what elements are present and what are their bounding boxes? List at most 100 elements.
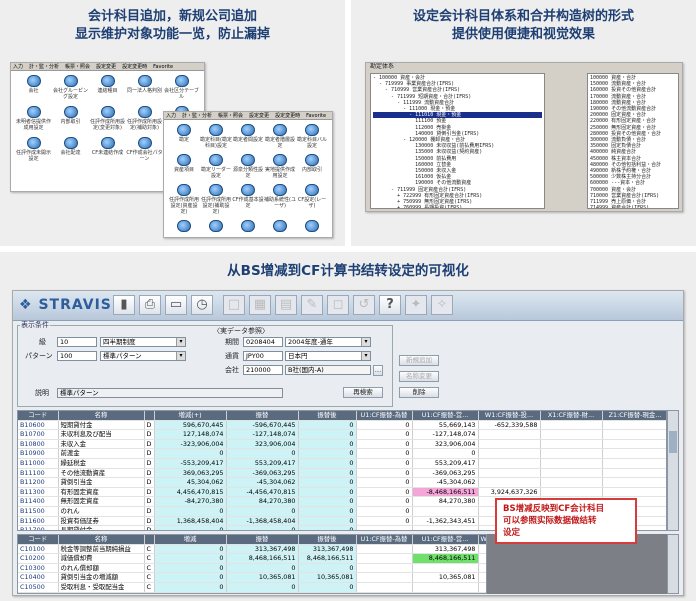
- settings-item[interactable]: 補助系統性(ユーザ): [264, 184, 296, 215]
- disabled-tool-icon-3[interactable]: ▤: [275, 295, 297, 315]
- table-cell[interactable]: 0: [298, 420, 357, 431]
- settings-item[interactable]: 勘定リーダー設定: [200, 154, 232, 179]
- settings-item[interactable]: [168, 220, 200, 233]
- menu-item[interactable]: 帳票・照会: [218, 113, 243, 119]
- vertical-scrollbar[interactable]: [667, 410, 679, 531]
- disabled-tool-icon-1[interactable]: □: [223, 295, 245, 315]
- table-cell[interactable]: -45,304,062: [412, 477, 479, 488]
- table-cell[interactable]: [540, 448, 603, 459]
- pattern-input[interactable]: 100: [57, 351, 97, 361]
- menu-item[interactable]: 設定変更時: [122, 64, 147, 70]
- table-row[interactable]: B10900 前渡金 D 0 0 0 0 0: [18, 448, 666, 459]
- table-cell[interactable]: [356, 563, 413, 574]
- table-cell[interactable]: 0: [154, 525, 227, 530]
- account-list-pane[interactable]: 100000 資産・合計 150000 流動資産・合計 160000 投資その他資産…: [587, 73, 679, 209]
- table-cell[interactable]: -652,339,588: [478, 420, 541, 431]
- table-cell[interactable]: [356, 582, 413, 593]
- column-header[interactable]: 名称: [58, 535, 145, 545]
- disabled-tool-icon-4[interactable]: ✎: [301, 295, 323, 315]
- column-header[interactable]: 振替後: [298, 411, 357, 421]
- column-header[interactable]: 振替: [226, 535, 299, 545]
- settings-item[interactable]: 未明者信提供作成用設定: [15, 106, 52, 131]
- table-cell[interactable]: 0: [226, 582, 299, 593]
- table-cell[interactable]: [602, 468, 666, 479]
- company-lookup-button[interactable]: …: [373, 365, 383, 376]
- table-row[interactable]: B10700 未収利息及び配当 D 127,148,074 -127,148,074 0 0…: [18, 429, 666, 440]
- research-button[interactable]: 再検索: [343, 387, 383, 398]
- table-cell[interactable]: -323,906,004: [154, 439, 227, 450]
- settings-item[interactable]: [232, 220, 264, 233]
- menu-item[interactable]: 設定変更: [249, 113, 269, 119]
- table-cell[interactable]: 0: [356, 516, 413, 527]
- column-header[interactable]: U1:CF振替-為替: [356, 535, 413, 545]
- table-cell[interactable]: 0: [226, 506, 299, 517]
- description-input[interactable]: 標準パターン: [57, 388, 283, 398]
- currency-input[interactable]: JPY00: [243, 351, 283, 361]
- table-cell[interactable]: 0: [356, 477, 413, 488]
- print-icon[interactable]: ⎙: [139, 295, 161, 315]
- table-cell[interactable]: 0: [298, 496, 357, 507]
- table-cell[interactable]: [540, 420, 603, 431]
- table-cell[interactable]: 313,367,498: [298, 544, 357, 555]
- table-cell[interactable]: -127,148,074: [412, 429, 479, 440]
- table-cell[interactable]: 0: [226, 592, 299, 593]
- table-cell[interactable]: 0: [298, 525, 357, 530]
- table-cell[interactable]: [540, 477, 603, 488]
- table-cell[interactable]: 553,209,417: [412, 458, 479, 469]
- clock-icon[interactable]: ◷: [191, 295, 213, 315]
- table-cell[interactable]: 0: [154, 592, 227, 593]
- disabled-tool-icon-8[interactable]: ✧: [431, 295, 453, 315]
- table-cell[interactable]: 0: [356, 458, 413, 469]
- table-cell[interactable]: -4,456,470,815: [226, 487, 299, 498]
- table-cell[interactable]: 10,365,081: [298, 572, 357, 583]
- table-cell[interactable]: 55,669,143: [412, 420, 479, 431]
- column-header[interactable]: コード: [18, 411, 59, 421]
- period-select[interactable]: 2004年度-通年: [285, 337, 371, 347]
- account-list[interactable]: 100000 資産・合計 150000 流動資産・合計 160000 投資その他資産…: [590, 75, 676, 208]
- disabled-tool-icon-7[interactable]: ✦: [405, 295, 427, 315]
- table-cell[interactable]: [412, 582, 479, 593]
- table-cell[interactable]: 0: [298, 458, 357, 469]
- table-cell[interactable]: 0: [154, 553, 227, 564]
- settings-item[interactable]: [264, 220, 296, 233]
- table-cell[interactable]: 8,468,166,511: [226, 553, 299, 564]
- column-header[interactable]: [144, 411, 155, 421]
- table-cell[interactable]: -553,209,417: [154, 458, 227, 469]
- table-cell[interactable]: -369,063,295: [226, 468, 299, 479]
- menu-item[interactable]: 計・監・分析: [29, 64, 59, 70]
- table-cell[interactable]: [356, 553, 413, 564]
- menu-item[interactable]: 設定変更時: [275, 113, 300, 119]
- table-cell[interactable]: 0: [356, 487, 413, 498]
- table-cell[interactable]: 127,148,074: [154, 429, 227, 440]
- table-cell[interactable]: 10,365,081: [226, 572, 299, 583]
- table-cell[interactable]: 3,924,637,326: [478, 487, 541, 498]
- menu-item[interactable]: 入力: [166, 113, 176, 119]
- table-cell[interactable]: [540, 429, 603, 440]
- table-cell[interactable]: [602, 429, 666, 440]
- settings-item[interactable]: 勘定者間設定: [232, 124, 264, 149]
- pattern-select[interactable]: 標準パターン: [100, 351, 186, 361]
- table-cell[interactable]: 0: [298, 506, 357, 517]
- table-cell[interactable]: 323,906,004: [226, 439, 299, 450]
- table-cell[interactable]: 0: [226, 448, 299, 459]
- help-icon[interactable]: ?: [379, 295, 401, 315]
- table-row[interactable]: C10300 のれん償却額 C 0 0 0: [18, 563, 486, 574]
- settings-item[interactable]: 内部取引: [52, 106, 89, 131]
- table-row[interactable]: C10500 受取利息・受取配当金 C 0 0 0: [18, 582, 486, 593]
- table-cell[interactable]: [602, 458, 666, 469]
- menu-item[interactable]: 設定変更: [96, 64, 116, 70]
- currency-select[interactable]: 日本円: [285, 351, 371, 361]
- table-cell[interactable]: [478, 563, 486, 574]
- account-list-item[interactable]: 714999 資産合計(IFRS): [590, 205, 676, 208]
- column-header[interactable]: 振替後: [298, 535, 357, 545]
- settings-item[interactable]: 勘定者階層設定: [264, 124, 296, 149]
- table-cell[interactable]: -84,270,380: [154, 496, 227, 507]
- table-cell[interactable]: [412, 592, 479, 593]
- column-header[interactable]: W1:CF振替-投...: [478, 411, 541, 421]
- table-row[interactable]: C10200 減価償却費 C 0 8,468,166,511 8,468,166,511 8…: [18, 553, 486, 564]
- new-add-button[interactable]: 新規追加: [399, 355, 439, 366]
- settings-item[interactable]: [200, 220, 232, 233]
- kyu-select[interactable]: 四半期制度: [100, 337, 186, 347]
- settings-item[interactable]: [296, 220, 328, 233]
- table-cell[interactable]: 0: [298, 448, 357, 459]
